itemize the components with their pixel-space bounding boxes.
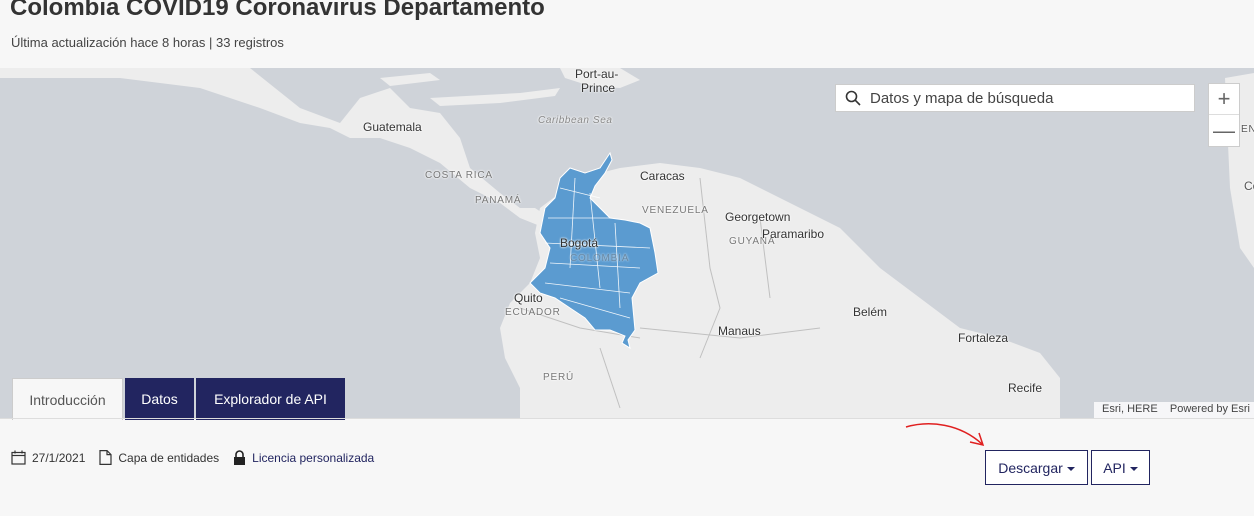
zoom-out-button[interactable]: — xyxy=(1209,115,1239,146)
map-label-quito: Quito xyxy=(514,291,543,305)
map-label-panama: PANAMÁ xyxy=(475,195,522,206)
map-search-box[interactable] xyxy=(835,84,1195,112)
map-label-caribbean-sea: Caribbean Sea xyxy=(538,115,613,126)
tab-explorador-api[interactable]: Explorador de API xyxy=(196,378,345,420)
attribution-sources[interactable]: Esri, HERE xyxy=(1102,403,1158,415)
map-label-edge-right-2: Co xyxy=(1244,179,1254,193)
page-title: Colombia COVID19 Coronavirus Departament… xyxy=(10,0,545,21)
download-button-label: Descargar xyxy=(998,459,1063,476)
dataset-meta: 27/1/2021 Capa de entidades Licencia per… xyxy=(11,450,388,465)
zoom-in-button[interactable]: + xyxy=(1209,84,1239,115)
map-label-guatemala: Guatemala xyxy=(363,120,422,134)
meta-license: Licencia personalizada xyxy=(233,450,374,465)
license-link[interactable]: Licencia personalizada xyxy=(252,451,374,465)
attribution-powered-by[interactable]: Powered by Esri xyxy=(1170,403,1250,415)
api-button[interactable]: API xyxy=(1091,450,1150,485)
meta-date: 27/1/2021 xyxy=(11,450,85,465)
map-label-paramaribo: Paramaribo xyxy=(762,227,825,241)
api-button-label: API xyxy=(1103,459,1126,476)
meta-layer-type-text: Capa de entidades xyxy=(118,450,220,465)
map-label-venezuela: VENEZUELA xyxy=(642,205,709,216)
map-label-recife: Recife xyxy=(1008,381,1043,395)
basemap xyxy=(0,68,1254,418)
divider xyxy=(0,418,1254,419)
lock-icon xyxy=(234,450,246,465)
annotation-arrow-icon xyxy=(905,423,985,447)
map-attribution: Esri, HERE Powered by Esri xyxy=(1094,402,1254,418)
calendar-icon xyxy=(11,450,26,465)
caret-down-icon xyxy=(1066,466,1075,471)
map-label-ecuador: ECUADOR xyxy=(505,307,561,318)
tab-introduccion[interactable]: Introducción xyxy=(12,378,123,420)
tab-datos[interactable]: Datos xyxy=(125,378,194,420)
map-label-port-au-prince-1: Port-au- xyxy=(575,68,619,81)
map-label-colombia: COLOMBIA xyxy=(570,253,630,264)
tab-bar: Introducción Datos Explorador de API xyxy=(12,378,347,420)
page-subtitle: Última actualización hace 8 horas | 33 r… xyxy=(11,35,284,50)
download-button[interactable]: Descargar xyxy=(985,450,1088,485)
map-label-bogota: Bogotá xyxy=(560,236,599,250)
map-label-manaus: Manaus xyxy=(718,324,761,338)
map-label-costa-rica: COSTA RICA xyxy=(425,170,493,181)
map-label-edge-right-1: ENA xyxy=(1241,124,1254,135)
map-search-input[interactable] xyxy=(870,89,1180,107)
map-label-belem: Belém xyxy=(853,305,888,319)
caret-down-icon xyxy=(1129,466,1138,471)
page-header: Colombia COVID19 Coronavirus Departament… xyxy=(0,0,1254,68)
zoom-control: + — xyxy=(1208,83,1240,147)
map-label-georgetown: Georgetown xyxy=(725,210,791,224)
map-label-caracas: Caracas xyxy=(640,169,685,183)
map-label-fortaleza: Fortaleza xyxy=(958,331,1009,345)
meta-layer-type: Capa de entidades xyxy=(99,450,219,465)
search-icon[interactable] xyxy=(836,90,870,106)
meta-date-text: 27/1/2021 xyxy=(32,450,86,465)
map-view[interactable]: Port-au- Prince Guatemala Caribbean Sea … xyxy=(0,68,1254,418)
map-label-port-au-prince-2: Prince xyxy=(581,81,616,95)
document-icon xyxy=(99,450,112,465)
map-label-peru: PERÚ xyxy=(543,372,574,383)
